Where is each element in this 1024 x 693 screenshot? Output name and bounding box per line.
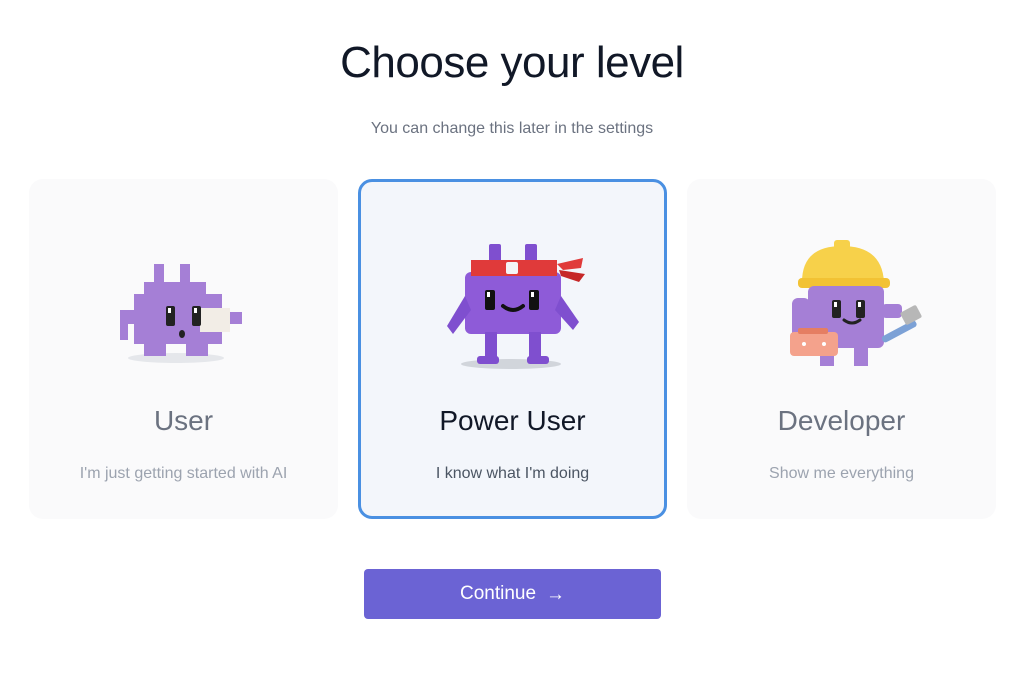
level-card-description: Show me everything [769,465,914,482]
level-card-title: Developer [777,405,906,436]
level-card-user[interactable]: User I'm just getting started with AI [29,179,338,519]
level-card-description: I know what I'm doing [435,465,590,482]
continue-button[interactable]: Continue → [364,569,661,619]
level-card-description: I'm just getting started with AI [79,465,288,482]
mascot-user-icon [119,264,242,363]
page-subtitle: You can change this later in the setting… [370,120,654,137]
level-card-title: Power User [439,405,586,436]
level-selection-page: Choose your level You can change this la… [0,0,1024,693]
level-card-title: User [153,405,214,436]
page-title: Choose your level [340,38,684,87]
level-card-power-user[interactable]: Power User I know what I'm doing [358,179,667,519]
mascot-power-user-icon [446,244,585,369]
arrow-right-icon: → [546,583,566,605]
level-card-developer[interactable]: Developer Show me everything [687,179,996,519]
continue-button-label: Continue [459,583,537,604]
mascot-developer-icon [789,240,922,366]
